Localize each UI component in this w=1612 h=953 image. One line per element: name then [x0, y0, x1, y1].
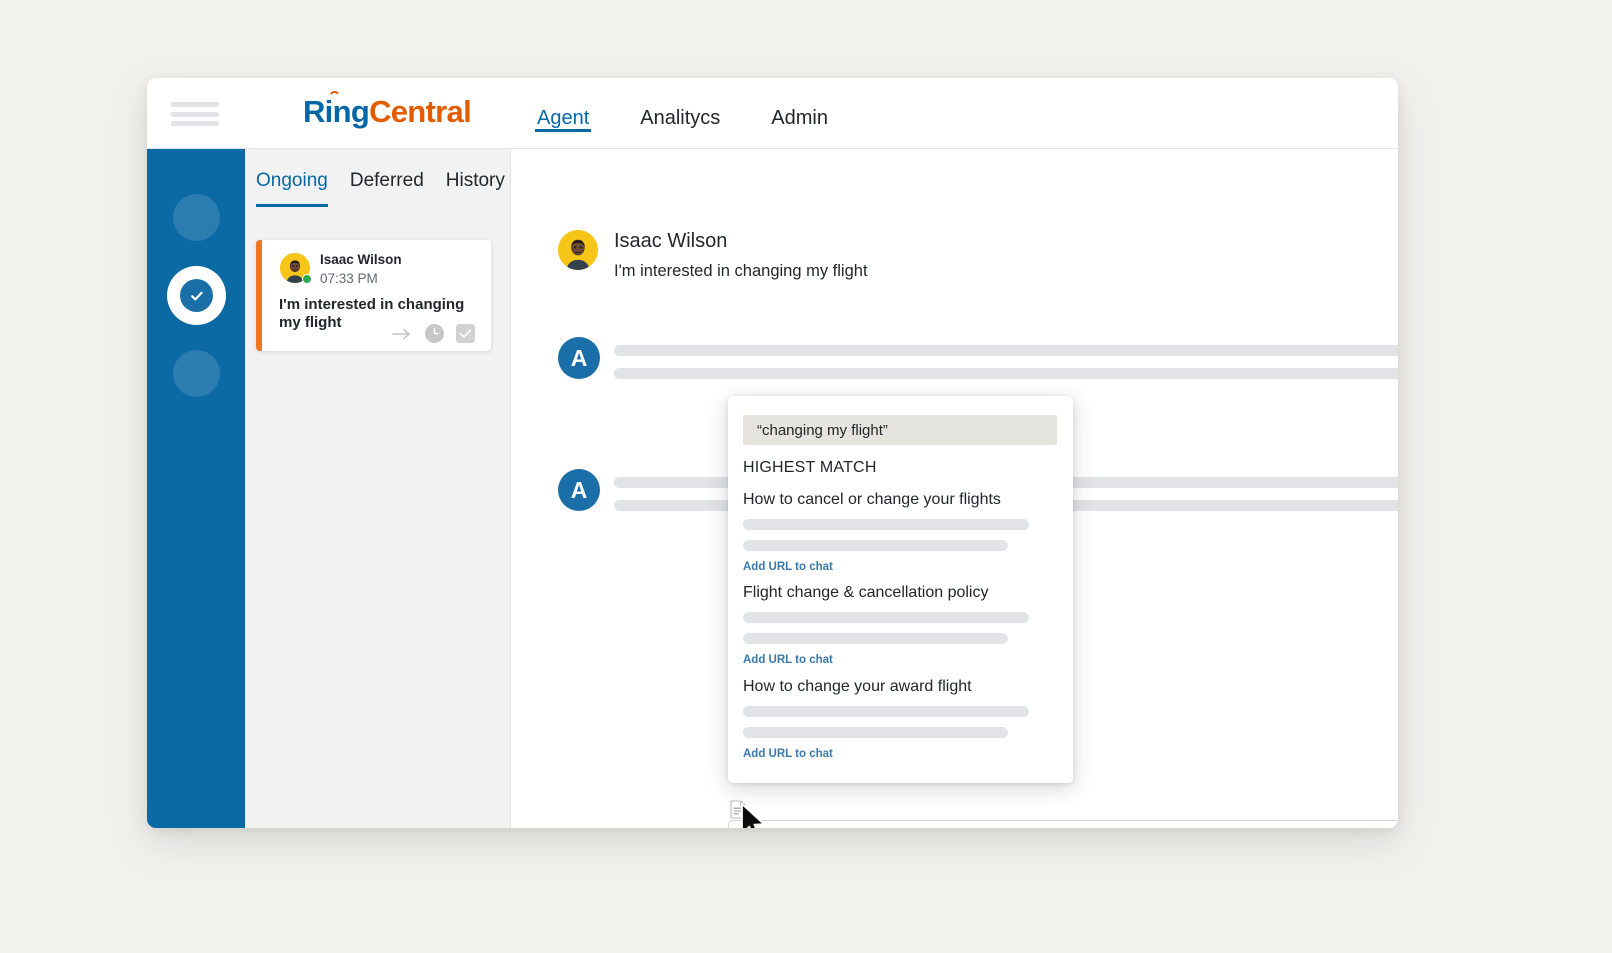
conversation-list-tabs: Ongoing Deferred History	[256, 170, 527, 207]
top-header: Ring Central Agent Analitycs Admin	[147, 78, 1398, 149]
logo-arc-icon	[328, 91, 341, 99]
tab-ongoing[interactable]: Ongoing	[256, 170, 328, 207]
arrow-right-icon[interactable]	[391, 327, 413, 341]
popup-section-label: HIGHEST MATCH	[743, 459, 877, 477]
check-circle-icon	[180, 279, 213, 312]
result-title: How to cancel or change your flights	[743, 491, 1057, 509]
nav-tab-admin[interactable]: Admin	[771, 78, 828, 130]
article-document-icon[interactable]	[730, 800, 746, 819]
conversation-card[interactable]: Isaac Wilson 07:33 PM I'm interested in …	[256, 240, 491, 351]
conversation-card-name: Isaac Wilson	[320, 252, 402, 267]
conversation-list-panel: Ongoing Deferred History Isaac Wilson	[245, 149, 510, 828]
result-title: How to change your award flight	[743, 678, 1057, 696]
rail-item-selected[interactable]	[167, 266, 226, 325]
search-query-chip: “changing my flight”	[743, 415, 1057, 445]
result-skeleton-line	[743, 612, 1029, 623]
hamburger-bar	[171, 102, 219, 107]
clock-icon[interactable]	[425, 324, 444, 343]
agent-avatar: A	[558, 469, 600, 511]
result-skeleton-line	[743, 706, 1029, 717]
check-square-icon[interactable]	[456, 324, 475, 343]
message-composer-input[interactable]	[728, 820, 1398, 828]
add-url-to-chat-link[interactable]: Add URL to chat	[743, 561, 833, 573]
conversation-card-time: 07:33 PM	[320, 271, 378, 286]
avatar	[558, 230, 598, 270]
nav-tab-analitycs[interactable]: Analitycs	[640, 78, 720, 130]
knowledge-result-item[interactable]: How to change your award flight Add URL …	[743, 678, 1057, 762]
logo-text-ring: Ring	[303, 94, 369, 129]
chat-contact-message: I'm interested in changing my flight	[614, 262, 868, 281]
message-skeleton-line	[614, 345, 1398, 356]
chat-contact-name: Isaac Wilson	[614, 230, 727, 253]
app-window: Ring Central Agent Analitycs Admin Ongoi…	[147, 78, 1398, 828]
add-url-to-chat-link[interactable]: Add URL to chat	[743, 654, 833, 666]
chat-area: Isaac Wilson I'm interested in changing …	[510, 149, 1398, 828]
knowledge-result-item[interactable]: How to cancel or change your flights Add…	[743, 491, 1057, 575]
tab-history[interactable]: History	[446, 170, 505, 207]
agent-avatar: A	[558, 337, 600, 379]
logo-text-central: Central	[369, 94, 471, 129]
ringcentral-logo: Ring Central	[303, 94, 471, 130]
message-skeleton-line	[614, 368, 1398, 379]
knowledge-search-popup: “changing my flight” HIGHEST MATCH How t…	[728, 396, 1073, 783]
hamburger-menu-icon[interactable]	[171, 100, 219, 128]
rail-item-top[interactable]	[173, 194, 220, 241]
nav-tab-agent[interactable]: Agent	[537, 78, 589, 130]
result-skeleton-line	[743, 633, 1008, 644]
result-title: Flight change & cancellation policy	[743, 584, 1057, 602]
tab-deferred[interactable]: Deferred	[350, 170, 424, 207]
conversation-card-actions	[391, 324, 475, 343]
add-url-to-chat-link[interactable]: Add URL to chat	[743, 748, 833, 760]
result-skeleton-line	[743, 727, 1008, 738]
hamburger-bar	[171, 112, 219, 117]
online-status-indicator	[302, 274, 312, 284]
result-skeleton-line	[743, 519, 1029, 530]
rail-item-bottom[interactable]	[173, 350, 220, 397]
hamburger-bar	[171, 121, 219, 126]
main-navigation: Agent Analitycs Admin	[537, 78, 879, 149]
left-navigation-rail	[147, 149, 245, 828]
result-skeleton-line	[743, 540, 1008, 551]
knowledge-result-item[interactable]: Flight change & cancellation policy Add …	[743, 584, 1057, 668]
